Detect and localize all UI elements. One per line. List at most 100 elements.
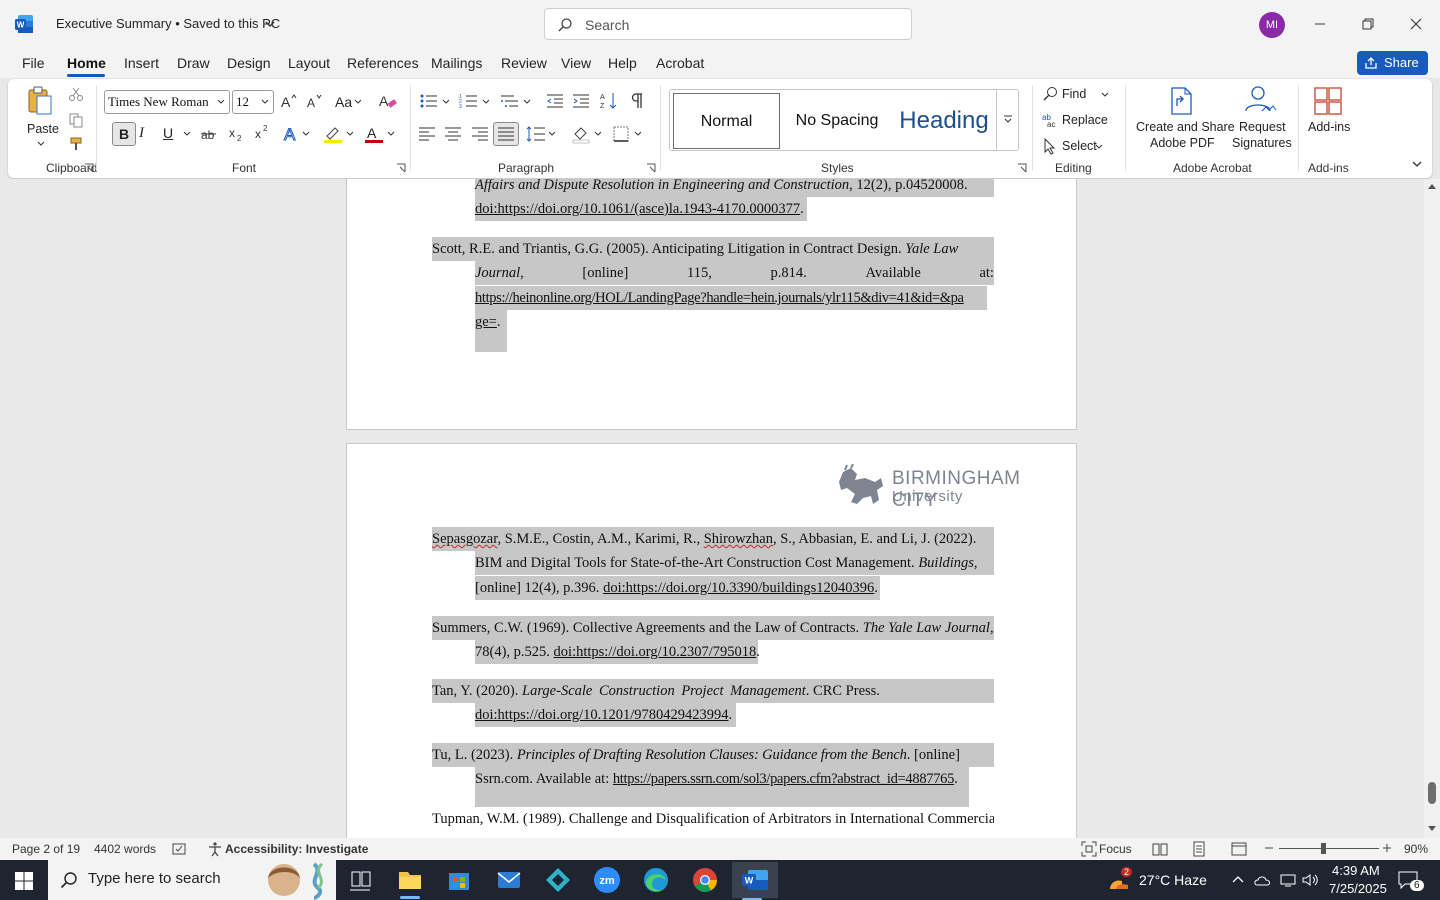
accessibility-icon[interactable] [207,841,223,857]
create-share-label-1[interactable]: Create and Share [1136,120,1235,134]
collapse-ribbon-icon[interactable] [1411,159,1423,169]
bullets-icon[interactable] [419,93,439,109]
replace-button[interactable]: Replace [1062,113,1108,127]
font-color-icon[interactable]: A [363,124,385,144]
tab-references[interactable]: References [347,55,419,71]
word-taskbar-app[interactable]: W [732,862,778,900]
copy-icon[interactable] [68,112,84,128]
chevron-down-icon[interactable] [1095,144,1103,150]
superscript-icon[interactable]: x2 [254,124,272,140]
chevron-down-icon[interactable] [183,131,191,137]
chevron-down-icon[interactable] [442,99,450,105]
close-icon[interactable] [1404,12,1428,36]
doi-link[interactable]: doi:https://doi.org/10.1061/(asce)la.194… [475,201,800,217]
clock-time[interactable]: 4:39 AM [1332,863,1380,878]
tab-help[interactable]: Help [608,55,637,71]
weather-text[interactable]: 27°C Haze [1139,872,1207,888]
tab-review[interactable]: Review [501,55,547,71]
decrease-indent-icon[interactable] [546,93,564,109]
minimize-icon[interactable] [1308,12,1332,36]
accessibility-status[interactable]: Accessibility: Investigate [225,842,368,856]
clipboard-launcher-icon[interactable] [84,163,94,173]
sort-icon[interactable]: AZ [599,91,619,111]
find-icon[interactable] [1042,86,1058,102]
scroll-up-icon[interactable] [1427,182,1437,190]
tab-draw[interactable]: Draw [177,55,210,71]
word-app-icon[interactable]: W [14,14,34,34]
read-mode-icon[interactable] [1152,841,1168,857]
chevron-down-icon[interactable] [387,131,395,137]
borders-icon[interactable] [612,125,630,143]
url-link[interactable]: https://heinonline.org/HOL/LandingPage?h… [475,290,964,306]
create-share-label-2[interactable]: Adobe PDF [1150,136,1215,150]
chevron-down-icon[interactable] [523,99,531,105]
styles-launcher-icon[interactable] [1017,163,1027,173]
network-icon[interactable] [1279,872,1297,888]
zoom-slider-thumb[interactable] [1321,843,1326,854]
bold-button[interactable]: B [112,122,136,146]
mail-icon[interactable] [489,864,529,896]
clock-date[interactable]: 7/25/2025 [1329,881,1387,896]
microsoft-store-icon[interactable] [439,864,479,896]
font-launcher-icon[interactable] [396,163,406,173]
multilevel-list-icon[interactable] [500,93,520,109]
windows-start-icon[interactable] [14,871,34,891]
strikethrough-icon[interactable]: ab [200,126,218,142]
highlight-icon[interactable] [322,124,344,144]
request-label-1[interactable]: Request [1239,120,1286,134]
taskbar-search-input[interactable] [88,870,258,887]
chevron-down-icon[interactable] [548,131,556,137]
print-layout-icon[interactable] [1191,841,1207,857]
zoom-level[interactable]: 90% [1404,842,1428,856]
styles-more-button[interactable] [996,90,1019,150]
font-size-combo[interactable]: 12 [232,90,274,114]
references-block[interactable]: Sepasgozar, S.M.E., Costin, A.M., Karimi… [347,444,1078,838]
restore-icon[interactable] [1356,12,1380,36]
font-name-combo[interactable]: Times New Roman [104,90,230,114]
task-view-icon[interactable] [340,864,380,896]
chevron-down-icon[interactable] [354,99,362,105]
replace-icon[interactable]: abac [1041,112,1059,128]
focus-button[interactable]: Focus [1099,842,1132,856]
chevron-down-icon[interactable] [302,131,310,137]
volume-icon[interactable] [1301,872,1319,888]
align-left-icon[interactable] [418,126,436,142]
underline-button[interactable]: U [163,125,173,141]
align-right-icon[interactable] [471,126,489,142]
onedrive-icon[interactable] [1254,872,1272,888]
select-cursor-icon[interactable] [1042,137,1058,155]
cut-icon[interactable] [68,86,84,102]
find-button[interactable]: Find [1062,87,1086,101]
url-link[interactable]: ge= [475,314,497,330]
format-painter-icon[interactable] [68,136,84,152]
app-diamond-icon[interactable] [538,864,578,896]
references-block[interactable]: Affairs and Dispute Resolution in Engine… [347,179,1078,431]
tab-file[interactable]: File [22,55,45,71]
request-label-2[interactable]: Signatures [1232,136,1292,150]
vertical-scrollbar[interactable] [1424,179,1440,838]
increase-indent-icon[interactable] [572,93,590,109]
justify-button[interactable] [493,122,519,146]
grow-font-icon[interactable]: A [280,93,298,109]
web-layout-icon[interactable] [1231,841,1247,857]
show-formatting-icon[interactable] [630,92,646,110]
clear-formatting-icon[interactable]: A [378,92,398,110]
document-title[interactable]: Executive Summary • Saved to this PC [56,16,280,31]
request-signatures-icon[interactable] [1242,85,1278,115]
text-effects-icon[interactable]: A [282,124,302,145]
search-input[interactable] [585,15,895,35]
chevron-down-icon[interactable] [1101,92,1109,98]
style-normal[interactable]: Normal [673,93,780,149]
paste-chevron-icon[interactable] [36,140,46,148]
zoom-slider[interactable] [1279,848,1379,849]
word-count[interactable]: 4402 words [94,842,156,856]
chevron-down-icon[interactable] [346,131,354,137]
focus-icon[interactable] [1081,841,1097,857]
zoom-in-icon[interactable] [1382,843,1392,853]
scroll-down-icon[interactable] [1427,825,1437,833]
tab-view[interactable]: View [561,55,591,71]
tab-acrobat[interactable]: Acrobat [656,55,704,71]
scroll-thumb[interactable] [1428,782,1436,804]
zoom-app-icon[interactable]: zm [587,864,627,896]
zoom-out-icon[interactable] [1264,843,1274,853]
